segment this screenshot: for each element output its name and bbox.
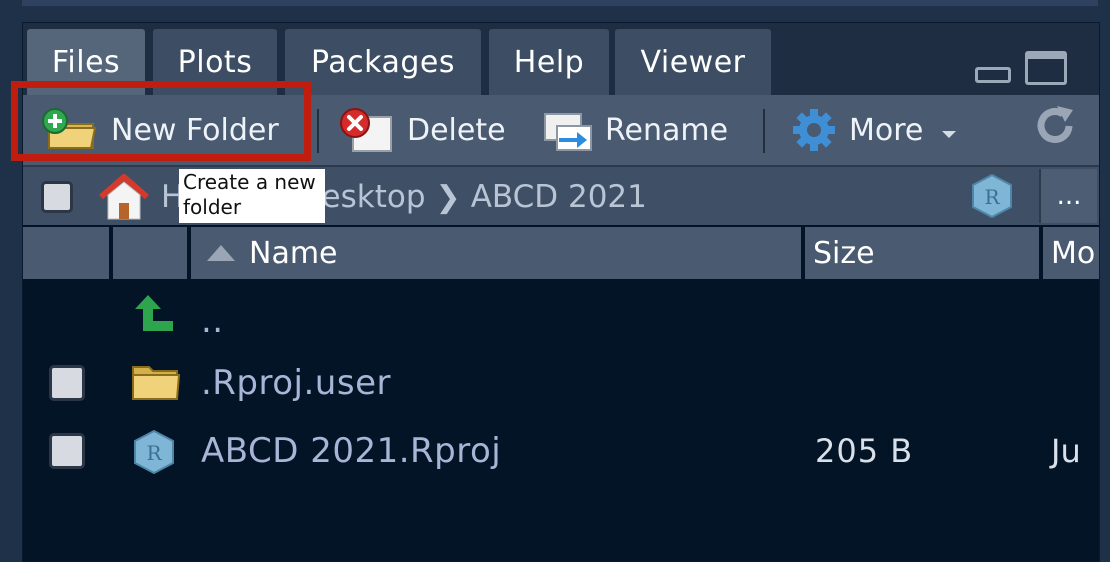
header-check-col	[23, 227, 109, 279]
rproject-icon[interactable]: R	[969, 173, 1015, 223]
go-to-directory-button[interactable]: ...	[1039, 169, 1097, 223]
up-arrow-icon	[133, 291, 177, 339]
header-modified-label: Mo	[1051, 235, 1096, 271]
folder-icon	[131, 361, 181, 407]
header-name-label: Name	[249, 235, 338, 271]
header-icon-col	[113, 227, 187, 279]
tab-viewer[interactable]: Viewer	[615, 29, 771, 95]
breadcrumb-current: ABCD 2021	[470, 179, 647, 215]
header-modified[interactable]: Mo	[1043, 227, 1099, 279]
new-folder-button[interactable]: New Folder	[41, 95, 279, 165]
gear-icon	[791, 107, 837, 153]
minimize-pane-icon[interactable]	[975, 67, 1011, 83]
delete-icon	[339, 107, 395, 153]
chevron-down-icon	[941, 113, 957, 148]
svg-text:R: R	[146, 441, 162, 465]
svg-text:R: R	[984, 185, 1000, 209]
file-name[interactable]: .Rproj.user	[201, 349, 391, 417]
maximize-pane-icon[interactable]	[1025, 51, 1067, 85]
refresh-icon	[1033, 104, 1077, 156]
refresh-button[interactable]	[1033, 95, 1077, 165]
files-pane: Files Plots Packages Help Viewer New Fol…	[11, 22, 1100, 562]
tab-plots[interactable]: Plots	[153, 29, 277, 95]
select-all-checkbox[interactable]	[41, 181, 73, 213]
new-folder-icon	[41, 108, 99, 152]
rename-label: Rename	[605, 112, 729, 148]
rename-icon	[543, 108, 593, 152]
table-header: Name Size Mo	[23, 225, 1099, 279]
toolbar-separator	[317, 109, 319, 153]
rename-button[interactable]: Rename	[543, 95, 728, 165]
top-strip	[22, 0, 1098, 6]
table-row: R ABCD 2021.Rproj 205 B Ju	[23, 417, 1099, 485]
tab-files[interactable]: Files	[27, 29, 145, 95]
row-checkbox[interactable]	[49, 365, 85, 401]
table-row: ..	[23, 287, 1099, 355]
chevron-right-icon: ❯	[435, 179, 461, 215]
delete-button[interactable]: Delete	[339, 95, 506, 165]
more-label: More	[849, 112, 924, 148]
file-size: 205 B	[815, 432, 914, 470]
header-size[interactable]: Size	[805, 227, 1039, 279]
delete-label: Delete	[407, 112, 506, 148]
row-checkbox[interactable]	[49, 433, 85, 469]
tooltip: Create a new folder	[179, 169, 325, 223]
files-toolbar: New Folder Delete Rename More	[23, 95, 1099, 165]
sort-ascending-icon	[207, 245, 235, 261]
toolbar-separator	[763, 109, 765, 153]
new-folder-label: New Folder	[111, 112, 279, 148]
tab-bar: Files Plots Packages Help Viewer	[23, 23, 1099, 95]
table-row: .Rproj.user	[23, 349, 1099, 417]
rproj-icon: R	[131, 429, 177, 479]
header-name[interactable]: Name	[191, 227, 801, 279]
tab-help[interactable]: Help	[489, 29, 609, 95]
home-icon[interactable]	[97, 173, 151, 225]
more-button[interactable]: More	[791, 95, 957, 165]
header-size-label: Size	[813, 235, 875, 271]
file-name[interactable]: ..	[201, 287, 224, 355]
tab-packages[interactable]: Packages	[285, 29, 481, 95]
file-modified: Ju	[1051, 432, 1081, 470]
file-name[interactable]: ABCD 2021.Rproj	[201, 417, 501, 485]
